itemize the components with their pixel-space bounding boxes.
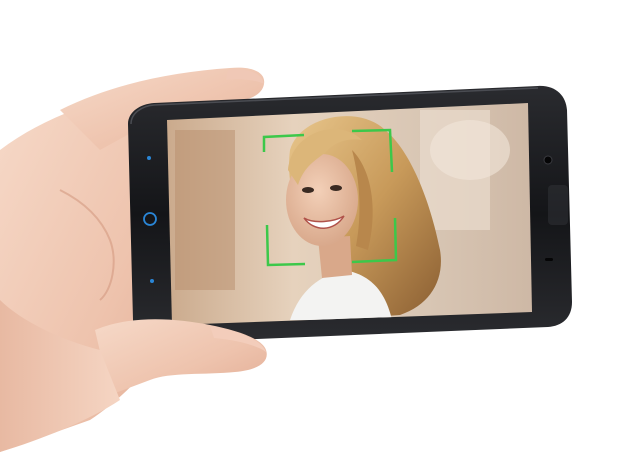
front-camera-icon — [543, 155, 553, 165]
smartphone — [128, 85, 572, 344]
camera-viewfinder — [167, 103, 532, 325]
photo-scene — [0, 0, 640, 452]
menu-dot-icon[interactable] — [147, 156, 151, 160]
back-dot-icon[interactable] — [150, 279, 154, 283]
speaker-slot — [545, 258, 553, 261]
scene-illustration — [0, 67, 572, 452]
